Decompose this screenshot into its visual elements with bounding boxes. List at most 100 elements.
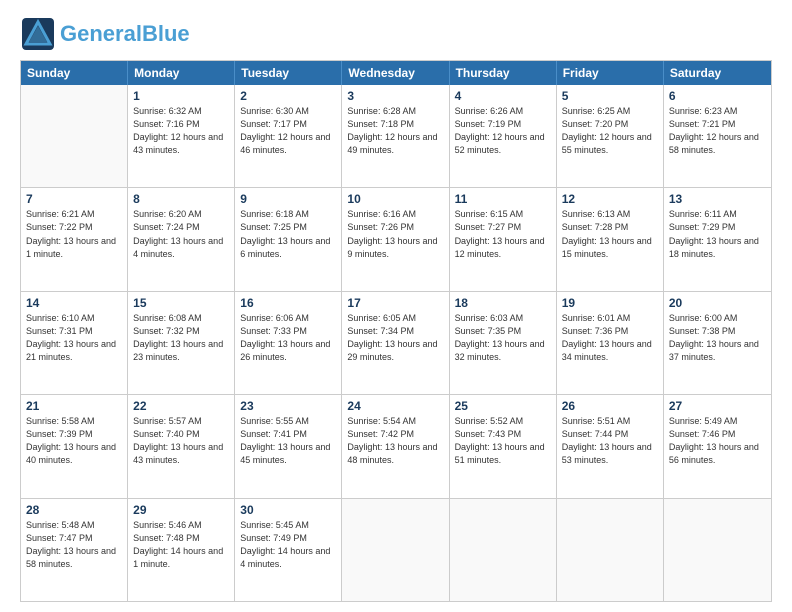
day-number: 7 — [26, 192, 122, 206]
day-number: 16 — [240, 296, 336, 310]
cell-text: Sunrise: 6:15 AMSunset: 7:27 PMDaylight:… — [455, 208, 551, 260]
cal-cell: 4 Sunrise: 6:26 AMSunset: 7:19 PMDaylight… — [450, 85, 557, 187]
week-row-2: 7Sunrise: 6:21 AMSunset: 7:22 PMDaylight… — [21, 188, 771, 291]
day-number: 9 — [240, 192, 336, 206]
cal-cell: 20Sunrise: 6:00 AMSunset: 7:38 PMDayligh… — [664, 292, 771, 394]
cal-cell — [450, 499, 557, 601]
day-number: 30 — [240, 503, 336, 517]
cell-text: Sunrise: 6:08 AMSunset: 7:32 PMDaylight:… — [133, 312, 229, 364]
cell-text: Sunrise: 6:01 AMSunset: 7:36 PMDaylight:… — [562, 312, 658, 364]
cal-cell: 18 Sunrise: 6:03 AMSunset: 7:35 PMDayligh… — [450, 292, 557, 394]
week-row-1: 1Sunrise: 6:32 AMSunset: 7:16 PMDaylight… — [21, 85, 771, 188]
day-number: 18 — [455, 296, 551, 310]
cell-text: Sunrise: 6:16 AMSunset: 7:26 PMDaylight:… — [347, 208, 443, 260]
header-cell-thursday: Thursday — [450, 61, 557, 85]
day-number: 15 — [133, 296, 229, 310]
day-number: 21 — [26, 399, 122, 413]
cal-cell: 8 Sunrise: 6:20 AMSunset: 7:24 PMDaylight… — [128, 188, 235, 290]
day-number: 1 — [133, 89, 229, 103]
week-row-4: 21 Sunrise: 5:58 AMSunset: 7:39 PMDayligh… — [21, 395, 771, 498]
cal-cell: 21 Sunrise: 5:58 AMSunset: 7:39 PMDayligh… — [21, 395, 128, 497]
day-number: 28 — [26, 503, 122, 517]
cal-cell: 12Sunrise: 6:13 AMSunset: 7:28 PMDayligh… — [557, 188, 664, 290]
cal-cell — [21, 85, 128, 187]
cal-cell: 16 Sunrise: 6:06 AMSunset: 7:33 PMDayligh… — [235, 292, 342, 394]
header-cell-monday: Monday — [128, 61, 235, 85]
calendar-header-row: SundayMondayTuesdayWednesdayThursdayFrid… — [21, 61, 771, 85]
day-number: 10 — [347, 192, 443, 206]
cal-cell: 11 Sunrise: 6:15 AMSunset: 7:27 PMDayligh… — [450, 188, 557, 290]
day-number: 29 — [133, 503, 229, 517]
day-number: 17 — [347, 296, 443, 310]
cal-cell — [664, 499, 771, 601]
day-number: 23 — [240, 399, 336, 413]
cell-text: Sunrise: 6:20 AMSunset: 7:24 PMDaylight:… — [133, 208, 229, 260]
day-number: 24 — [347, 399, 443, 413]
cal-cell: 28 Sunrise: 5:48 AMSunset: 7:47 PMDayligh… — [21, 499, 128, 601]
cal-cell: 27Sunrise: 5:49 AMSunset: 7:46 PMDayligh… — [664, 395, 771, 497]
day-number: 26 — [562, 399, 658, 413]
calendar: SundayMondayTuesdayWednesdayThursdayFrid… — [20, 60, 772, 602]
logo: GeneralBlue — [20, 16, 190, 52]
week-row-5: 28 Sunrise: 5:48 AMSunset: 7:47 PMDayligh… — [21, 499, 771, 601]
cell-text: Sunrise: 6:05 AMSunset: 7:34 PMDaylight:… — [347, 312, 443, 364]
cell-text: Sunrise: 5:55 AMSunset: 7:41 PMDaylight:… — [240, 415, 336, 467]
cal-cell: 23 Sunrise: 5:55 AMSunset: 7:41 PMDayligh… — [235, 395, 342, 497]
cell-text: Sunrise: 6:25 AMSunset: 7:20 PMDaylight:… — [562, 105, 658, 157]
logo-icon — [20, 16, 56, 52]
cal-cell: 1Sunrise: 6:32 AMSunset: 7:16 PMDaylight… — [128, 85, 235, 187]
cal-cell: 15 Sunrise: 6:08 AMSunset: 7:32 PMDayligh… — [128, 292, 235, 394]
cal-cell: 3 Sunrise: 6:28 AMSunset: 7:18 PMDaylight… — [342, 85, 449, 187]
cell-text: Sunrise: 5:52 AMSunset: 7:43 PMDaylight:… — [455, 415, 551, 467]
page: GeneralBlue SundayMondayTuesdayWednesday… — [0, 0, 792, 612]
cell-text: Sunrise: 6:26 AMSunset: 7:19 PMDaylight:… — [455, 105, 551, 157]
cell-text: Sunrise: 6:30 AMSunset: 7:17 PMDaylight:… — [240, 105, 336, 157]
day-number: 3 — [347, 89, 443, 103]
cell-text: Sunrise: 6:10 AMSunset: 7:31 PMDaylight:… — [26, 312, 122, 364]
calendar-body: 1Sunrise: 6:32 AMSunset: 7:16 PMDaylight… — [21, 85, 771, 601]
day-number: 14 — [26, 296, 122, 310]
week-row-3: 14 Sunrise: 6:10 AMSunset: 7:31 PMDayligh… — [21, 292, 771, 395]
cal-cell: 19 Sunrise: 6:01 AMSunset: 7:36 PMDayligh… — [557, 292, 664, 394]
cal-cell: 25Sunrise: 5:52 AMSunset: 7:43 PMDayligh… — [450, 395, 557, 497]
cell-text: Sunrise: 6:18 AMSunset: 7:25 PMDaylight:… — [240, 208, 336, 260]
day-number: 19 — [562, 296, 658, 310]
day-number: 27 — [669, 399, 766, 413]
cal-cell: 14 Sunrise: 6:10 AMSunset: 7:31 PMDayligh… — [21, 292, 128, 394]
cal-cell: 22 Sunrise: 5:57 AMSunset: 7:40 PMDayligh… — [128, 395, 235, 497]
day-number: 4 — [455, 89, 551, 103]
day-number: 22 — [133, 399, 229, 413]
header: GeneralBlue — [20, 16, 772, 52]
cal-cell: 10 Sunrise: 6:16 AMSunset: 7:26 PMDayligh… — [342, 188, 449, 290]
cal-cell: 7Sunrise: 6:21 AMSunset: 7:22 PMDaylight… — [21, 188, 128, 290]
cell-text: Sunrise: 5:57 AMSunset: 7:40 PMDaylight:… — [133, 415, 229, 467]
cell-text: Sunrise: 6:11 AMSunset: 7:29 PMDaylight:… — [669, 208, 766, 260]
cell-text: Sunrise: 5:48 AMSunset: 7:47 PMDaylight:… — [26, 519, 122, 571]
cal-cell — [342, 499, 449, 601]
header-cell-tuesday: Tuesday — [235, 61, 342, 85]
cal-cell: 24Sunrise: 5:54 AMSunset: 7:42 PMDayligh… — [342, 395, 449, 497]
cal-cell: 9 Sunrise: 6:18 AMSunset: 7:25 PMDaylight… — [235, 188, 342, 290]
cell-text: Sunrise: 6:06 AMSunset: 7:33 PMDaylight:… — [240, 312, 336, 364]
cell-text: Sunrise: 6:28 AMSunset: 7:18 PMDaylight:… — [347, 105, 443, 157]
day-number: 2 — [240, 89, 336, 103]
day-number: 11 — [455, 192, 551, 206]
day-number: 12 — [562, 192, 658, 206]
day-number: 8 — [133, 192, 229, 206]
cell-text: Sunrise: 5:58 AMSunset: 7:39 PMDaylight:… — [26, 415, 122, 467]
cal-cell — [557, 499, 664, 601]
cell-text: Sunrise: 6:03 AMSunset: 7:35 PMDaylight:… — [455, 312, 551, 364]
header-cell-sunday: Sunday — [21, 61, 128, 85]
cal-cell: 13Sunrise: 6:11 AMSunset: 7:29 PMDayligh… — [664, 188, 771, 290]
day-number: 20 — [669, 296, 766, 310]
cal-cell: 17 Sunrise: 6:05 AMSunset: 7:34 PMDayligh… — [342, 292, 449, 394]
cal-cell: 26Sunrise: 5:51 AMSunset: 7:44 PMDayligh… — [557, 395, 664, 497]
header-cell-saturday: Saturday — [664, 61, 771, 85]
cal-cell: 2 Sunrise: 6:30 AMSunset: 7:17 PMDaylight… — [235, 85, 342, 187]
cal-cell: 5 Sunrise: 6:25 AMSunset: 7:20 PMDaylight… — [557, 85, 664, 187]
cell-text: Sunrise: 5:46 AMSunset: 7:48 PMDaylight:… — [133, 519, 229, 571]
cell-text: Sunrise: 6:23 AMSunset: 7:21 PMDaylight:… — [669, 105, 766, 157]
header-cell-wednesday: Wednesday — [342, 61, 449, 85]
header-cell-friday: Friday — [557, 61, 664, 85]
day-number: 5 — [562, 89, 658, 103]
